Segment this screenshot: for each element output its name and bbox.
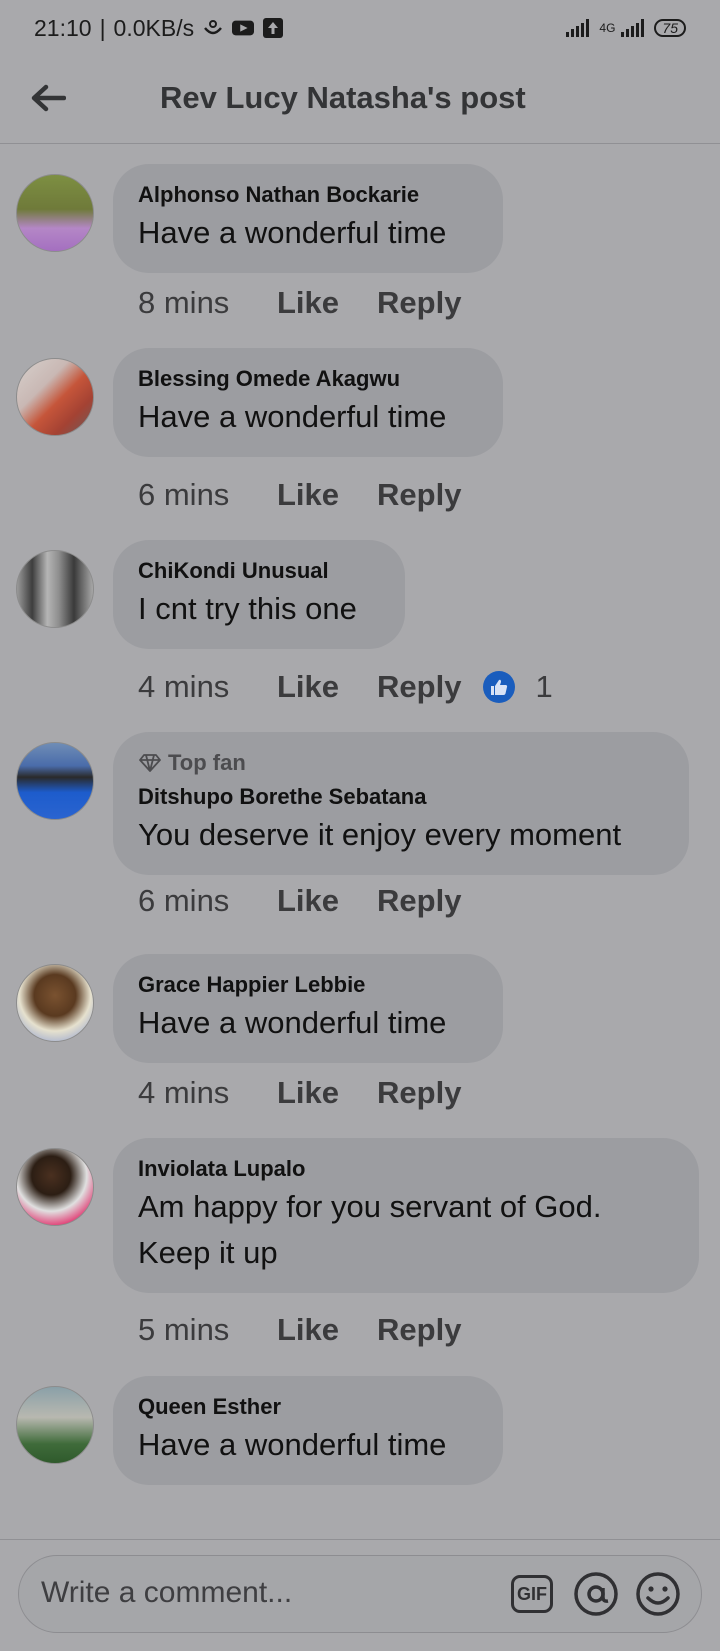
- status-divider: |: [99, 14, 106, 41]
- reply-button[interactable]: Reply: [377, 669, 461, 705]
- reply-button[interactable]: Reply: [377, 1075, 461, 1111]
- comment-author[interactable]: Alphonso Nathan Bockarie: [138, 181, 477, 209]
- reaction-number: 1: [535, 669, 553, 704]
- diamond-icon: [139, 754, 161, 772]
- gif-button[interactable]: GIF: [511, 1575, 553, 1613]
- like-button[interactable]: Like: [277, 669, 339, 705]
- like-button[interactable]: Like: [277, 477, 339, 513]
- comment-author[interactable]: Blessing Omede Akagwu: [138, 365, 477, 393]
- comment-text: Have a wonderful time: [138, 215, 447, 250]
- comment-author[interactable]: Grace Happier Lebbie: [138, 971, 477, 999]
- comment-actions: 8 mins Like Reply: [138, 285, 499, 321]
- avatar[interactable]: [16, 964, 94, 1042]
- comment-time[interactable]: 4 mins: [138, 669, 277, 705]
- emoji-icon[interactable]: [635, 1571, 681, 1617]
- status-left: 21:10 | 0.0KB/s: [34, 15, 284, 42]
- avatar[interactable]: [16, 742, 94, 820]
- comment-text: Have a wonderful time: [138, 1005, 447, 1040]
- avatar[interactable]: [16, 1148, 94, 1226]
- comment-bubble[interactable]: Blessing Omede Akagwu Have a wonderful t…: [113, 348, 503, 457]
- reply-button[interactable]: Reply: [377, 477, 461, 513]
- notification-app-icon: [204, 20, 223, 35]
- reaction-count[interactable]: 1: [483, 669, 553, 705]
- comment-actions: 5 mins Like Reply: [138, 1312, 499, 1348]
- status-time: 21:10: [34, 14, 92, 41]
- reply-button[interactable]: Reply: [377, 883, 461, 919]
- top-fan-badge: Top fan: [138, 749, 663, 777]
- avatar[interactable]: [16, 174, 94, 252]
- comment-author[interactable]: Ditshupo Borethe Sebatana: [138, 783, 663, 811]
- comment-actions: 4 mins Like Reply 1: [138, 669, 553, 705]
- avatar[interactable]: [16, 550, 94, 628]
- reply-button[interactable]: Reply: [377, 285, 461, 321]
- comment-text: You deserve it enjoy every moment: [138, 817, 622, 852]
- comment-time[interactable]: 6 mins: [138, 477, 277, 513]
- comment-text: Have a wonderful time: [138, 399, 447, 434]
- avatar[interactable]: [16, 358, 94, 436]
- comment-bubble[interactable]: Alphonso Nathan Bockarie Have a wonderfu…: [113, 164, 503, 273]
- comment-author[interactable]: ChiKondi Unusual: [138, 557, 379, 585]
- signal-icon: [566, 19, 590, 37]
- comment-text: Have a wonderful time: [138, 1427, 447, 1462]
- status-bar: 21:10 | 0.0KB/s 4G 75: [0, 0, 720, 56]
- upload-icon: [263, 18, 284, 38]
- thumbs-up-icon: [483, 671, 516, 703]
- back-button[interactable]: [26, 76, 70, 120]
- reply-button[interactable]: Reply: [377, 1312, 461, 1348]
- mention-icon[interactable]: [573, 1571, 619, 1617]
- comment-bubble[interactable]: ChiKondi Unusual I cnt try this one: [113, 540, 405, 649]
- like-button[interactable]: Like: [277, 285, 339, 321]
- comment-actions: 4 mins Like Reply: [138, 1075, 499, 1111]
- comment-time[interactable]: 5 mins: [138, 1312, 277, 1348]
- status-right: 4G 75: [566, 19, 686, 37]
- comment-actions: 6 mins Like Reply: [138, 477, 499, 513]
- comment-input[interactable]: Write a comment... GIF: [18, 1555, 702, 1633]
- comment-time[interactable]: 8 mins: [138, 285, 277, 321]
- signal-icon-2: [621, 19, 645, 37]
- back-arrow-icon: [31, 84, 66, 112]
- network-type: 4G: [599, 20, 616, 35]
- like-button[interactable]: Like: [277, 1312, 339, 1348]
- comment-text: I cnt try this one: [138, 591, 357, 626]
- comment-bubble[interactable]: Queen Esther Have a wonderful time: [113, 1376, 503, 1485]
- comment-bubble[interactable]: Top fan Ditshupo Borethe Sebatana You de…: [113, 732, 689, 875]
- status-speed: 0.0KB/s: [113, 14, 195, 41]
- comment-list[interactable]: Alphonso Nathan Bockarie Have a wonderfu…: [0, 144, 720, 1539]
- comment-placeholder: Write a comment...: [41, 1576, 293, 1609]
- battery-indicator: 75: [654, 19, 686, 37]
- comment-composer-bar: Write a comment... GIF: [0, 1539, 720, 1651]
- badge-label: Top fan: [168, 750, 246, 775]
- network-indicator: 4G: [599, 20, 616, 35]
- comment-actions: 6 mins Like Reply: [138, 883, 499, 919]
- like-button[interactable]: Like: [277, 883, 339, 919]
- avatar[interactable]: [16, 1386, 94, 1464]
- post-header: Rev Lucy Natasha's post: [0, 56, 720, 144]
- comment-time[interactable]: 4 mins: [138, 1075, 277, 1111]
- comment-author[interactable]: Queen Esther: [138, 1393, 477, 1421]
- youtube-icon: [232, 20, 255, 36]
- comment-text-line-2: Keep it up: [138, 1235, 278, 1270]
- comment-bubble[interactable]: Grace Happier Lebbie Have a wonderful ti…: [113, 954, 503, 1063]
- comment-bubble[interactable]: Inviolata Lupalo Am happy for you servan…: [113, 1138, 699, 1293]
- like-button[interactable]: Like: [277, 1075, 339, 1111]
- comment-author[interactable]: Inviolata Lupalo: [138, 1155, 673, 1183]
- comment-time[interactable]: 6 mins: [138, 883, 277, 919]
- page-title: Rev Lucy Natasha's post: [160, 80, 526, 115]
- comment-text: Am happy for you servant of God.: [138, 1189, 602, 1224]
